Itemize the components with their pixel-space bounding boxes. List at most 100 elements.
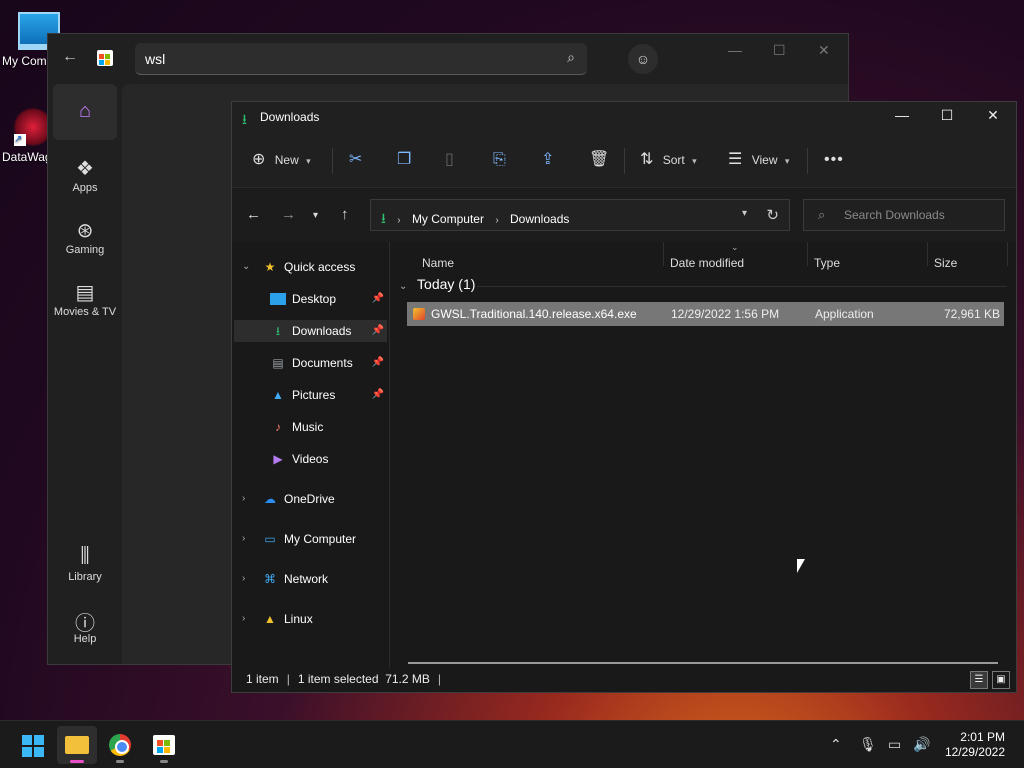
shortcut-arrow-icon: ↗ (14, 134, 26, 146)
pin-icon[interactable]: 📌 (372, 352, 384, 374)
sidebar-item-my-computer[interactable]: › ▭ My Computer (234, 528, 387, 550)
tiles-view-icon[interactable]: ▣ (992, 671, 1010, 689)
chevron-down-icon[interactable]: ▾ (742, 208, 747, 219)
column-header-type[interactable]: Type (814, 252, 840, 274)
sidebar-item-music[interactable]: ♪ Music (234, 416, 387, 438)
selection-size: 71.2 MB (385, 672, 430, 686)
minimize-button[interactable]: — (892, 107, 912, 127)
group-label: Today (1) (417, 276, 476, 292)
paste-button[interactable]: ▯ (445, 151, 454, 171)
clock-date: 12/29/2022 (944, 745, 1005, 759)
address-bar[interactable]: ⭳ › My Computer › Downloads ▾ ↻ (370, 199, 790, 231)
sidebar-item-onedrive[interactable]: › ☁ OneDrive (234, 488, 387, 510)
home-icon: ⌂ (78, 100, 92, 122)
nav-movies-tv[interactable]: ▤ Movies & TV (53, 280, 117, 318)
sidebar-label: OneDrive (284, 492, 335, 506)
copy-button[interactable]: ❐ (397, 151, 411, 171)
user-account-icon[interactable]: ☺ (628, 44, 658, 74)
taskbar-store[interactable] (144, 726, 184, 764)
search-icon[interactable]: ⌕ (567, 49, 575, 66)
sidebar-item-documents[interactable]: ▤ Documents 📌 (234, 352, 387, 374)
maximize-button[interactable]: ☐ (937, 107, 957, 127)
microphone-icon[interactable]: 🎙 (859, 736, 877, 753)
nav-label: Gaming (65, 244, 105, 256)
back-arrow-icon[interactable]: ← (62, 48, 82, 68)
network-icon: ⌘ (264, 572, 276, 586)
store-search-input[interactable]: wsl ⌕ (135, 43, 587, 75)
column-header-size[interactable]: Size (934, 252, 957, 274)
close-button[interactable]: ✕ (983, 107, 1003, 127)
volume-icon[interactable]: 🔊 (913, 736, 930, 753)
back-arrow-icon[interactable]: ← (246, 206, 261, 223)
sidebar-label: Desktop (292, 292, 337, 306)
sidebar-label: My Computer (284, 532, 357, 546)
search-icon: ⌕ (818, 207, 826, 222)
mouse-cursor-icon (797, 559, 805, 573)
new-button[interactable]: ⊕ New ▾ (252, 151, 311, 171)
column-divider[interactable] (927, 242, 928, 266)
taskbar-chrome[interactable] (100, 726, 140, 764)
cut-button[interactable]: ✂ (349, 151, 362, 171)
pin-icon[interactable]: 📌 (372, 320, 384, 342)
view-button[interactable]: ☰ View ▾ (728, 151, 789, 171)
sidebar-item-pictures[interactable]: ▲ Pictures 📌 (234, 384, 387, 406)
sidebar-item-network[interactable]: › ⌘ Network (234, 568, 387, 590)
up-arrow-icon[interactable]: ↑ (341, 206, 349, 223)
sidebar-item-desktop[interactable]: Desktop 📌 (234, 288, 387, 310)
explorer-window[interactable]: ⭳ Downloads — ☐ ✕ ⊕ New ▾ ✂ ❐ ▯ ⎘ ⇪ 🗑 ⇅ … (231, 101, 1017, 693)
sidebar-item-videos[interactable]: ▶ Videos (234, 448, 387, 470)
view-label: View (751, 153, 778, 167)
nav-label: Library (68, 571, 102, 583)
system-clock[interactable]: 2:01 PM 12/29/2022 (945, 730, 1005, 760)
forward-arrow-icon[interactable]: → (281, 206, 296, 223)
breadcrumb-downloads[interactable]: Downloads (510, 212, 569, 226)
chevron-down-icon[interactable]: ⌄ (242, 256, 250, 278)
nav-home[interactable]: ⌂ (53, 84, 117, 140)
share-button[interactable]: ⇪ (541, 151, 554, 171)
chevron-right-icon[interactable]: › (242, 568, 245, 590)
close-icon[interactable]: ✕ (818, 42, 830, 59)
search-downloads-input[interactable]: ⌕ Search Downloads (803, 199, 1005, 231)
desktop-icon (270, 293, 286, 305)
taskbar-file-explorer[interactable] (57, 726, 97, 764)
sidebar-item-downloads[interactable]: ⭳ Downloads 📌 (234, 320, 387, 342)
sort-button[interactable]: ⇅ Sort ▾ (640, 151, 697, 171)
nav-library[interactable]: ⫼ Library (53, 545, 117, 583)
column-divider[interactable] (663, 242, 664, 266)
column-divider[interactable] (1007, 242, 1008, 266)
apps-icon: ❖ (76, 158, 94, 180)
taskbar: ⌃ 🎙 ▭ 🔊 2:01 PM 12/29/2022 (0, 720, 1024, 768)
column-divider[interactable] (807, 242, 808, 266)
library-icon: ⫼ (80, 545, 90, 567)
refresh-icon[interactable]: ↻ (766, 206, 779, 224)
sidebar-item-linux[interactable]: › ▲ Linux (234, 608, 387, 630)
sidebar-item-quick-access[interactable]: ⌄ ★ Quick access (234, 256, 387, 278)
pin-icon[interactable]: 📌 (372, 288, 384, 310)
chevron-right-icon[interactable]: › (242, 488, 245, 510)
start-button[interactable] (12, 726, 52, 764)
star-icon: ★ (264, 260, 276, 274)
nav-gaming[interactable]: ⊛ Gaming (53, 218, 117, 256)
breadcrumb-my-computer[interactable]: My Computer (412, 212, 484, 226)
group-header-today[interactable]: ⌄ Today (1) (399, 276, 475, 292)
chevron-down-icon[interactable]: ⌄ (399, 281, 407, 292)
network-icon[interactable]: ▭ (888, 736, 901, 753)
delete-button[interactable]: 🗑 (589, 151, 609, 171)
minimize-icon[interactable]: — (728, 42, 742, 58)
chevron-up-icon[interactable]: ⌃ (830, 736, 842, 753)
table-row[interactable]: GWSL.Traditional.140.release.x64.exe 12/… (407, 302, 1004, 326)
column-header-name[interactable]: Name (422, 252, 454, 274)
nav-apps[interactable]: ❖ Apps (53, 156, 117, 194)
more-options-icon[interactable]: ••• (824, 151, 844, 171)
pin-icon[interactable]: 📌 (372, 384, 384, 406)
chevron-right-icon[interactable]: › (242, 608, 245, 630)
divider (807, 148, 808, 174)
maximize-icon[interactable]: ☐ (773, 42, 786, 59)
recent-chevron-icon[interactable]: ▾ (313, 210, 318, 221)
rename-button[interactable]: ⎘ (493, 151, 506, 171)
details-view-icon[interactable]: ☰ (970, 671, 988, 689)
horizontal-scrollbar[interactable] (408, 662, 998, 664)
nav-help[interactable]: ⓘ Help (53, 607, 117, 645)
chevron-down-icon: ▾ (692, 156, 697, 166)
chevron-right-icon[interactable]: › (242, 528, 245, 550)
